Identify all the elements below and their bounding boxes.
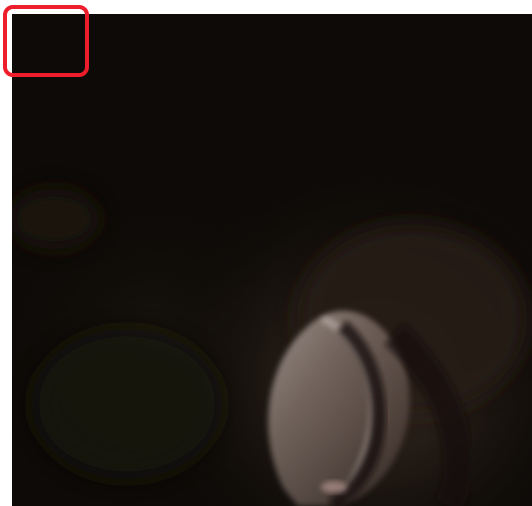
screenshot-canvas — [0, 0, 532, 506]
dark-photo — [12, 14, 532, 506]
highlight-box — [3, 5, 89, 77]
lower-left-blob — [32, 329, 222, 479]
dark-photo-scene — [12, 14, 532, 506]
left-dark-blob — [12, 189, 99, 249]
